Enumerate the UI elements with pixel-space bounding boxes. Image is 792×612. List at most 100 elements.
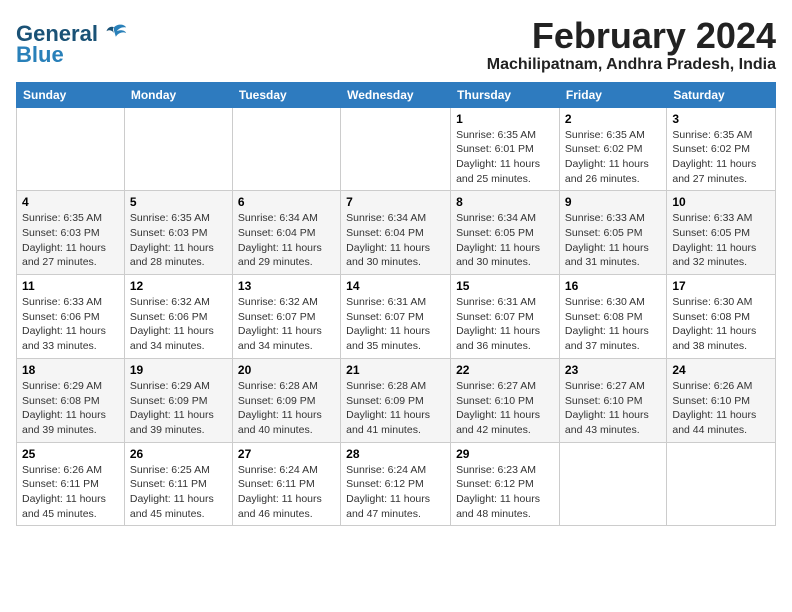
calendar-header-row: SundayMondayTuesdayWednesdayThursdayFrid… <box>17 82 776 107</box>
day-number: 28 <box>346 447 445 461</box>
calendar-cell: 3 Sunrise: 6:35 AM Sunset: 6:02 PM Daylig… <box>667 107 776 191</box>
calendar-table: SundayMondayTuesdayWednesdayThursdayFrid… <box>16 82 776 527</box>
calendar-cell: 2 Sunrise: 6:35 AM Sunset: 6:02 PM Daylig… <box>559 107 666 191</box>
day-number: 2 <box>565 112 661 126</box>
calendar-cell: 18 Sunrise: 6:29 AM Sunset: 6:08 PM Dayli… <box>17 358 125 442</box>
calendar-cell: 12 Sunrise: 6:32 AM Sunset: 6:06 PM Dayli… <box>124 275 232 359</box>
month-title: February 2024 <box>487 16 776 56</box>
day-number: 27 <box>238 447 335 461</box>
day-info: Sunrise: 6:28 AM Sunset: 6:09 PM Dayligh… <box>346 379 445 438</box>
calendar-cell: 8 Sunrise: 6:34 AM Sunset: 6:05 PM Daylig… <box>451 191 560 275</box>
calendar-cell: 4 Sunrise: 6:35 AM Sunset: 6:03 PM Daylig… <box>17 191 125 275</box>
day-number: 8 <box>456 195 554 209</box>
calendar-cell <box>124 107 232 191</box>
calendar-cell: 27Sunrise: 6:24 AM Sunset: 6:11 PM Dayli… <box>232 442 340 526</box>
day-number: 4 <box>22 195 119 209</box>
day-number: 18 <box>22 363 119 377</box>
title-area: February 2024 Machilipatnam, Andhra Prad… <box>487 16 776 74</box>
logo-bird-icon <box>100 20 128 48</box>
calendar-cell <box>667 442 776 526</box>
logo: General Blue <box>16 20 128 66</box>
day-info: Sunrise: 6:28 AM Sunset: 6:09 PM Dayligh… <box>238 379 335 438</box>
calendar-cell: 11 Sunrise: 6:33 AM Sunset: 6:06 PM Dayli… <box>17 275 125 359</box>
day-info: Sunrise: 6:24 AM Sunset: 6:12 PM Dayligh… <box>346 463 445 522</box>
day-info: Sunrise: 6:33 AM Sunset: 6:05 PM Dayligh… <box>565 211 661 270</box>
day-info: Sunrise: 6:27 AM Sunset: 6:10 PM Dayligh… <box>565 379 661 438</box>
day-number: 17 <box>672 279 770 293</box>
calendar-cell: 1 Sunrise: 6:35 AM Sunset: 6:01 PM Daylig… <box>451 107 560 191</box>
calendar-cell: 15 Sunrise: 6:31 AM Sunset: 6:07 PM Dayli… <box>451 275 560 359</box>
day-number: 13 <box>238 279 335 293</box>
day-info: Sunrise: 6:29 AM Sunset: 6:08 PM Dayligh… <box>22 379 119 438</box>
weekday-header-saturday: Saturday <box>667 82 776 107</box>
calendar-cell: 14Sunrise: 6:31 AM Sunset: 6:07 PM Dayli… <box>341 275 451 359</box>
calendar-week-row: 4 Sunrise: 6:35 AM Sunset: 6:03 PM Daylig… <box>17 191 776 275</box>
calendar-cell: 5Sunrise: 6:35 AM Sunset: 6:03 PM Daylig… <box>124 191 232 275</box>
day-number: 26 <box>130 447 227 461</box>
day-number: 7 <box>346 195 445 209</box>
day-number: 6 <box>238 195 335 209</box>
calendar-cell: 13 Sunrise: 6:32 AM Sunset: 6:07 PM Dayli… <box>232 275 340 359</box>
day-number: 21 <box>346 363 445 377</box>
day-info: Sunrise: 6:35 AM Sunset: 6:01 PM Dayligh… <box>456 128 554 187</box>
day-info: Sunrise: 6:35 AM Sunset: 6:03 PM Dayligh… <box>22 211 119 270</box>
day-info: Sunrise: 6:34 AM Sunset: 6:04 PM Dayligh… <box>346 211 445 270</box>
day-info: Sunrise: 6:35 AM Sunset: 6:03 PM Dayligh… <box>130 211 227 270</box>
day-info: Sunrise: 6:32 AM Sunset: 6:06 PM Dayligh… <box>130 295 227 354</box>
calendar-cell: 9 Sunrise: 6:33 AM Sunset: 6:05 PM Daylig… <box>559 191 666 275</box>
calendar-cell: 26 Sunrise: 6:25 AM Sunset: 6:11 PM Dayli… <box>124 442 232 526</box>
calendar-cell: 16Sunrise: 6:30 AM Sunset: 6:08 PM Dayli… <box>559 275 666 359</box>
day-info: Sunrise: 6:30 AM Sunset: 6:08 PM Dayligh… <box>565 295 661 354</box>
day-number: 29 <box>456 447 554 461</box>
day-info: Sunrise: 6:25 AM Sunset: 6:11 PM Dayligh… <box>130 463 227 522</box>
weekday-header-thursday: Thursday <box>451 82 560 107</box>
day-number: 25 <box>22 447 119 461</box>
day-info: Sunrise: 6:34 AM Sunset: 6:05 PM Dayligh… <box>456 211 554 270</box>
day-number: 12 <box>130 279 227 293</box>
weekday-header-tuesday: Tuesday <box>232 82 340 107</box>
calendar-week-row: 25 Sunrise: 6:26 AM Sunset: 6:11 PM Dayli… <box>17 442 776 526</box>
calendar-cell <box>559 442 666 526</box>
calendar-cell: 25 Sunrise: 6:26 AM Sunset: 6:11 PM Dayli… <box>17 442 125 526</box>
calendar-cell: 24Sunrise: 6:26 AM Sunset: 6:10 PM Dayli… <box>667 358 776 442</box>
day-info: Sunrise: 6:34 AM Sunset: 6:04 PM Dayligh… <box>238 211 335 270</box>
calendar-cell: 29 Sunrise: 6:23 AM Sunset: 6:12 PM Dayli… <box>451 442 560 526</box>
day-info: Sunrise: 6:30 AM Sunset: 6:08 PM Dayligh… <box>672 295 770 354</box>
day-number: 11 <box>22 279 119 293</box>
day-number: 19 <box>130 363 227 377</box>
calendar-cell: 20 Sunrise: 6:28 AM Sunset: 6:09 PM Dayli… <box>232 358 340 442</box>
calendar-cell: 17 Sunrise: 6:30 AM Sunset: 6:08 PM Dayli… <box>667 275 776 359</box>
day-number: 24 <box>672 363 770 377</box>
day-info: Sunrise: 6:29 AM Sunset: 6:09 PM Dayligh… <box>130 379 227 438</box>
day-info: Sunrise: 6:35 AM Sunset: 6:02 PM Dayligh… <box>565 128 661 187</box>
day-info: Sunrise: 6:26 AM Sunset: 6:11 PM Dayligh… <box>22 463 119 522</box>
calendar-cell: 28 Sunrise: 6:24 AM Sunset: 6:12 PM Dayli… <box>341 442 451 526</box>
calendar-cell <box>341 107 451 191</box>
page-header: General Blue February 2024 Machilipatnam… <box>16 16 776 74</box>
day-number: 9 <box>565 195 661 209</box>
calendar-cell <box>17 107 125 191</box>
calendar-cell <box>232 107 340 191</box>
day-info: Sunrise: 6:33 AM Sunset: 6:06 PM Dayligh… <box>22 295 119 354</box>
weekday-header-wednesday: Wednesday <box>341 82 451 107</box>
day-number: 14 <box>346 279 445 293</box>
location-title: Machilipatnam, Andhra Pradesh, India <box>487 56 776 74</box>
weekday-header-sunday: Sunday <box>17 82 125 107</box>
day-info: Sunrise: 6:27 AM Sunset: 6:10 PM Dayligh… <box>456 379 554 438</box>
day-info: Sunrise: 6:31 AM Sunset: 6:07 PM Dayligh… <box>456 295 554 354</box>
calendar-cell: 10Sunrise: 6:33 AM Sunset: 6:05 PM Dayli… <box>667 191 776 275</box>
calendar-cell: 22Sunrise: 6:27 AM Sunset: 6:10 PM Dayli… <box>451 358 560 442</box>
weekday-header-monday: Monday <box>124 82 232 107</box>
day-info: Sunrise: 6:23 AM Sunset: 6:12 PM Dayligh… <box>456 463 554 522</box>
day-info: Sunrise: 6:32 AM Sunset: 6:07 PM Dayligh… <box>238 295 335 354</box>
day-info: Sunrise: 6:35 AM Sunset: 6:02 PM Dayligh… <box>672 128 770 187</box>
day-number: 23 <box>565 363 661 377</box>
calendar-week-row: 1 Sunrise: 6:35 AM Sunset: 6:01 PM Daylig… <box>17 107 776 191</box>
day-number: 1 <box>456 112 554 126</box>
day-number: 3 <box>672 112 770 126</box>
calendar-week-row: 11 Sunrise: 6:33 AM Sunset: 6:06 PM Dayli… <box>17 275 776 359</box>
calendar-cell: 19 Sunrise: 6:29 AM Sunset: 6:09 PM Dayli… <box>124 358 232 442</box>
day-number: 15 <box>456 279 554 293</box>
day-number: 20 <box>238 363 335 377</box>
weekday-header-friday: Friday <box>559 82 666 107</box>
